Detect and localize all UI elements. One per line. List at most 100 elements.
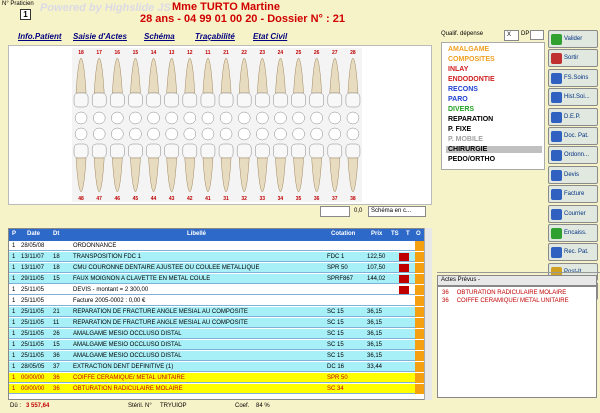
tooth-upper-crown[interactable] [309,92,324,108]
tooth-upper-occlusal[interactable] [328,111,342,125]
tooth-lower-root[interactable] [238,157,250,193]
tooth-lower-root[interactable] [293,157,304,193]
tooth-upper-root[interactable] [257,57,268,94]
acte-prevu-item[interactable]: 36 OBTURATION RADICULAIRE MOLAIRE [442,290,566,296]
tooth-lower-occlusal[interactable] [74,127,88,141]
tooth-upper-occlusal[interactable] [165,111,178,125]
tooth-upper-occlusal[interactable] [237,111,251,125]
ordonnance-button[interactable]: Ordonn... [548,146,598,165]
tooth-upper-occlusal[interactable] [147,111,160,125]
tooth-upper-occlusal[interactable] [274,111,287,125]
practicien-field[interactable]: 1 [20,9,31,20]
tooth-upper-root[interactable] [148,57,159,94]
table-row[interactable]: 1 00/00/00 36 COIFFE CERAMIQUE/ METAL UNITA… [9,373,425,383]
tooth-upper-occlusal[interactable] [292,111,305,125]
chart-dropdown[interactable] [320,206,350,217]
tooth-upper-crown[interactable] [73,92,89,108]
nav-etat-civil[interactable]: Etat Civil [253,32,287,41]
tooth-lower-root[interactable] [202,157,214,193]
tooth-lower-occlusal[interactable] [292,127,305,141]
category-item[interactable]: ENDODONTIE [448,76,495,83]
tooth-upper-root[interactable] [112,57,123,94]
tooth-upper-crown[interactable] [236,92,252,108]
tooth-lower-occlusal[interactable] [219,127,233,141]
tooth-upper-occlusal[interactable] [310,111,323,125]
tooth-lower-occlusal[interactable] [165,127,178,141]
tooth-upper-occlusal[interactable] [346,111,360,125]
qualif-select[interactable]: X [504,30,519,41]
tooth-lower-root[interactable] [148,157,159,193]
tooth-lower-occlusal[interactable] [346,127,360,141]
tooth-lower-occlusal[interactable] [201,127,215,141]
tooth-lower-occlusal[interactable] [183,127,197,141]
facture-button[interactable]: Facture [548,185,598,204]
tooth-upper-crown[interactable] [273,92,288,108]
category-item[interactable]: COMPOSITES [448,56,495,63]
tooth-lower-root[interactable] [311,157,322,193]
tooth-lower-occlusal[interactable] [237,127,251,141]
tooth-lower-root[interactable] [130,157,141,193]
table-row[interactable]: 1 25/11/05 Facture 2005-0002 : 0,00 € [9,296,425,306]
encaissement-button[interactable]: Encaiss. [548,224,598,242]
tooth-upper-root[interactable] [75,57,87,94]
tooth-upper-occlusal[interactable] [111,111,124,125]
courrier-button[interactable]: Courrier [548,204,598,223]
category-item[interactable]: P. FIXE [448,126,471,133]
tooth-lower-crown[interactable] [146,143,161,159]
tooth-lower-crown[interactable] [273,143,288,159]
tooth-upper-crown[interactable] [345,92,361,108]
table-row[interactable]: 1 28/05/08 ORDONNANCE [9,241,425,251]
tooth-upper-crown[interactable] [164,92,179,108]
nav-tracabilite[interactable]: Traçabilité [195,32,235,41]
tooth-upper-root[interactable] [202,57,214,94]
tooth-lower-crown[interactable] [255,143,270,159]
category-item[interactable]: INLAY [448,66,468,73]
tooth-lower-crown[interactable] [236,143,252,159]
category-item[interactable]: CHIRURGIE [446,146,542,153]
table-row[interactable]: 1 25/11/05 DEVIS - montant = 2 300,00 [9,285,425,295]
category-item[interactable]: P. MOBILE [448,136,483,143]
tooth-upper-crown[interactable] [200,92,216,108]
tooth-lower-root[interactable] [220,157,232,193]
table-row[interactable]: 1 13/11/07 18 CMU COURONNE DENTAIRE AJUSTEE… [9,263,425,273]
tooth-lower-crown[interactable] [91,143,107,159]
view-select[interactable]: Schéma en c... [368,206,426,217]
table-row[interactable]: 1 29/11/05 15 FAUX MOIGNON A CLAVETTE EN ME… [9,274,425,284]
tooth-lower-crown[interactable] [200,143,216,159]
tooth-upper-root[interactable] [311,57,322,94]
table-scrollbar[interactable] [424,228,432,400]
tooth-lower-root[interactable] [257,157,268,193]
tooth-lower-root[interactable] [166,157,177,193]
hist-soins-button[interactable]: Hist.Soi... [548,88,598,107]
tooth-lower-occlusal[interactable] [256,127,269,141]
table-row[interactable]: 1 00/00/00 36 OBTURATION RADICULAIRE MOLAIR… [9,384,425,394]
tooth-upper-occlusal[interactable] [219,111,233,125]
table-row[interactable]: 1 28/05/05 37 EXTRACTION DENT DEFINITIVE (1… [9,362,425,372]
tooth-upper-occlusal[interactable] [201,111,215,125]
tooth-upper-crown[interactable] [291,92,306,108]
tooth-lower-occlusal[interactable] [310,127,323,141]
tooth-lower-occlusal[interactable] [147,127,160,141]
tooth-upper-crown[interactable] [146,92,161,108]
tooth-lower-occlusal[interactable] [328,127,342,141]
tooth-lower-crown[interactable] [164,143,179,159]
tooth-lower-crown[interactable] [309,143,324,159]
tooth-lower-crown[interactable] [327,143,343,159]
tooth-upper-crown[interactable] [128,92,143,108]
tooth-upper-root[interactable] [130,57,141,94]
table-row[interactable]: 1 13/11/07 18 TRANSPOSITION FDC 1 FDC 1 122,5… [9,252,425,262]
category-item[interactable]: PEDO/ORTHO [448,156,495,163]
tooth-lower-root[interactable] [275,157,286,193]
acte-prevu-item[interactable]: 36 COIFFE CERAMIQUE/ METAL UNITAIRE [442,298,569,304]
tooth-lower-occlusal[interactable] [274,127,287,141]
tooth-upper-occlusal[interactable] [256,111,269,125]
table-row[interactable]: 1 25/11/05 26 AMALGAME MESIO OCCLUSO DISTAL… [9,329,425,339]
devis-button[interactable]: Devis [548,165,598,184]
tooth-upper-root[interactable] [238,57,250,94]
tooth-lower-crown[interactable] [218,143,234,159]
tooth-upper-root[interactable] [275,57,286,94]
fs-soins-button[interactable]: FS.Soins [548,68,598,87]
category-item[interactable]: RECONS [448,86,478,93]
category-item[interactable]: AMALGAME [448,46,489,53]
tooth-lower-crown[interactable] [345,143,361,159]
